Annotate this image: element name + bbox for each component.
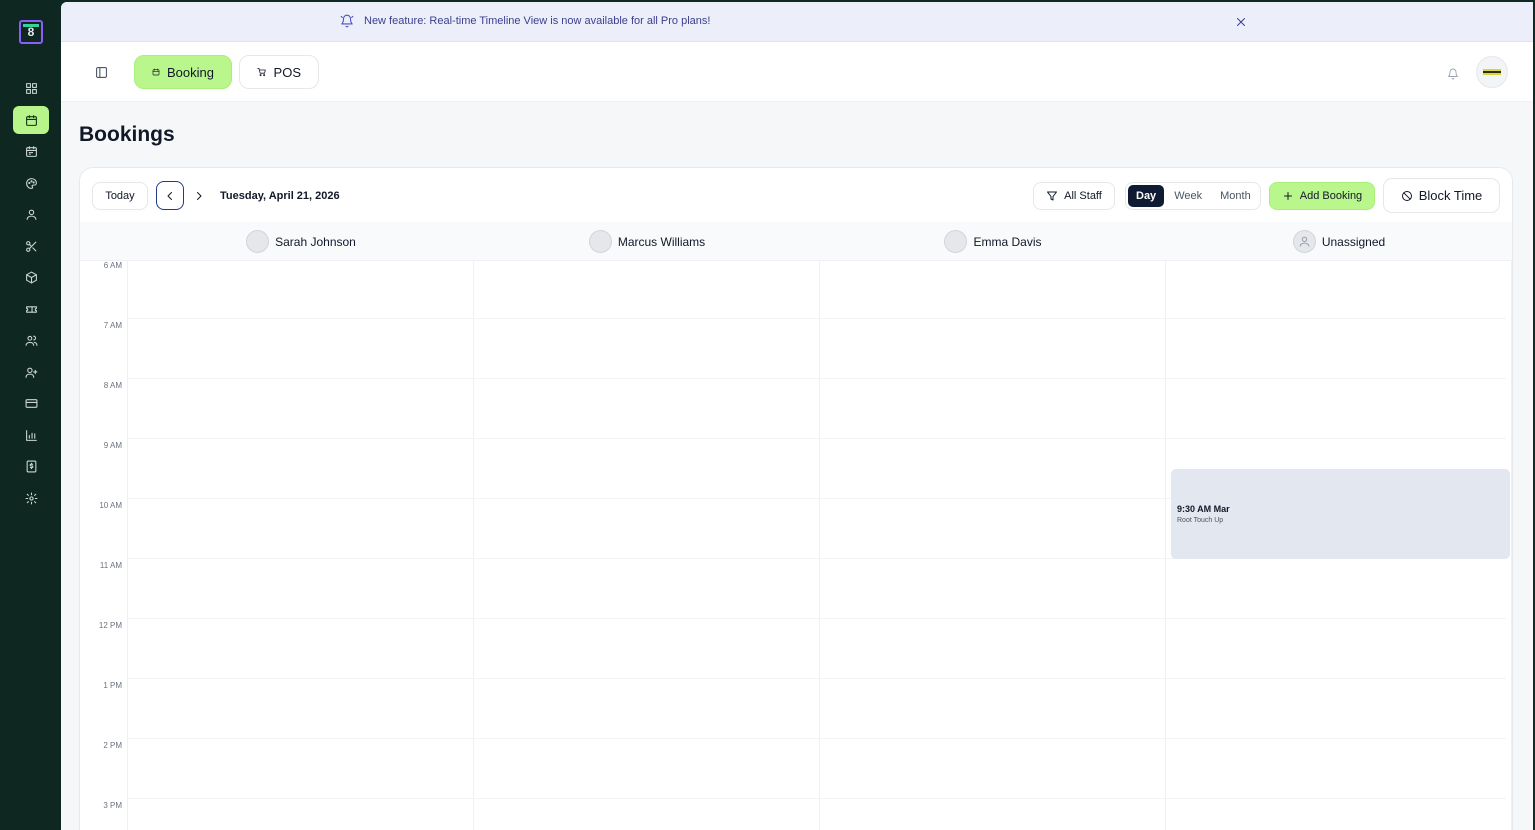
- left-nav-rail: 8: [0, 0, 61, 830]
- staff-column-headers: Sarah Johnson Marcus Williams Emma Davis…: [80, 222, 1512, 261]
- staff-name: Sarah Johnson: [275, 234, 356, 249]
- nav-bookings-icon[interactable]: [13, 106, 49, 134]
- time-gutter: 6 AM 7 AM 8 AM 9 AM 10 AM 11 AM 12 PM 1 …: [80, 261, 128, 830]
- hour-label: 2 PM: [103, 741, 122, 750]
- view-toggle: Day Week Month: [1125, 182, 1261, 210]
- user-placeholder-icon: [1292, 230, 1316, 253]
- user-avatar[interactable]: [1476, 56, 1508, 88]
- nav-dashboard-icon[interactable]: [13, 74, 49, 102]
- hour-gridline: [128, 318, 1506, 319]
- pos-mode-label: POS: [273, 64, 301, 80]
- staff-avatar: [944, 230, 968, 253]
- hour-label: 10 AM: [99, 501, 122, 510]
- nav-add-staff-icon[interactable]: [13, 358, 49, 386]
- hour-label: 7 AM: [103, 321, 122, 330]
- nav-calendar-icon[interactable]: [13, 137, 49, 165]
- hour-gridline: [128, 738, 1506, 739]
- hour-label: 3 PM: [103, 801, 122, 810]
- staff-avatar: [588, 230, 612, 253]
- staff-column-marcus[interactable]: [474, 261, 820, 830]
- staff-name: Unassigned: [1321, 234, 1386, 249]
- staff-header-unassigned[interactable]: Unassigned: [1166, 222, 1512, 261]
- hour-label: 11 AM: [99, 561, 122, 570]
- announcement-banner: New feature: Real-time Timeline View is …: [61, 2, 1533, 42]
- staff-filter-label: All Staff: [1064, 190, 1102, 202]
- view-day-tab[interactable]: Day: [1128, 185, 1165, 207]
- next-day-button[interactable]: [190, 182, 208, 210]
- ban-icon: [1401, 190, 1412, 201]
- top-bar: Booking POS: [61, 42, 1533, 102]
- announcement-bell-icon: [340, 14, 354, 28]
- calendar-icon: [152, 68, 160, 76]
- hour-label: 12 PM: [98, 621, 122, 630]
- booking-block[interactable]: 9:30 AM Mar Root Touch Up: [1171, 469, 1510, 559]
- hour-label: 9 AM: [103, 441, 122, 450]
- hour-label: 6 AM: [103, 261, 122, 270]
- avatar-logo: [1483, 69, 1501, 75]
- chevron-left-icon: [167, 191, 172, 200]
- calendar-card: Today Tuesday, April 21, 2026 All Staff …: [79, 167, 1513, 830]
- staff-avatar: [246, 230, 270, 253]
- nav-bar-chart-icon[interactable]: [13, 421, 49, 449]
- hour-gridline: [128, 798, 1506, 799]
- cart-icon: [257, 68, 266, 77]
- announcement-text: New feature: Real-time Timeline View is …: [364, 15, 711, 27]
- booking-service: Root Touch Up: [1177, 517, 1224, 524]
- nav-ticket-icon[interactable]: [13, 295, 49, 323]
- staff-name: Marcus Williams: [617, 234, 706, 249]
- app-logo-text: 8: [27, 25, 35, 39]
- add-booking-button[interactable]: Add Booking: [1269, 182, 1375, 210]
- nav-scissors-icon[interactable]: [13, 232, 49, 260]
- hour-label: 1 PM: [103, 681, 122, 690]
- nav-palette-icon[interactable]: [13, 169, 49, 197]
- filter-icon: [1047, 191, 1058, 201]
- notifications-bell-icon[interactable]: [1447, 67, 1459, 80]
- hour-label: 8 AM: [103, 381, 122, 390]
- view-month-tab[interactable]: Month: [1212, 185, 1259, 207]
- chevron-right-icon: [197, 192, 202, 200]
- pos-mode-tab[interactable]: POS: [239, 55, 319, 89]
- current-date: Tuesday, April 21, 2026: [220, 190, 340, 202]
- staff-filter-button[interactable]: All Staff: [1033, 182, 1115, 210]
- staff-header-sarah[interactable]: Sarah Johnson: [128, 222, 474, 261]
- nav-profile-icon[interactable]: [13, 200, 49, 228]
- close-icon[interactable]: [1235, 15, 1247, 27]
- nav-invoice-icon[interactable]: [13, 452, 49, 480]
- booking-mode-label: Booking: [167, 64, 214, 80]
- staff-column-emma[interactable]: [820, 261, 1166, 830]
- block-time-label: Block Time: [1418, 188, 1483, 203]
- sidebar-toggle-icon[interactable]: [95, 66, 109, 80]
- main-content: New feature: Real-time Timeline View is …: [61, 2, 1533, 830]
- page-title: Bookings: [79, 123, 175, 146]
- app-logo[interactable]: 8: [19, 20, 43, 44]
- hour-gridline: [128, 678, 1506, 679]
- booking-time-title: 9:30 AM Mar: [1177, 504, 1230, 514]
- nav-credit-card-icon[interactable]: [13, 389, 49, 417]
- view-week-tab[interactable]: Week: [1166, 185, 1210, 207]
- staff-name: Emma Davis: [973, 234, 1042, 249]
- nav-settings-icon[interactable]: [13, 484, 49, 512]
- hour-gridline: [128, 438, 1506, 439]
- nav-package-icon[interactable]: [13, 263, 49, 291]
- plus-icon: [1283, 192, 1292, 200]
- booking-mode-tab[interactable]: Booking: [134, 55, 232, 89]
- staff-header-marcus[interactable]: Marcus Williams: [474, 222, 820, 261]
- today-button[interactable]: Today: [92, 182, 148, 210]
- add-booking-label: Add Booking: [1299, 190, 1363, 202]
- hour-gridline: [128, 618, 1506, 619]
- block-time-button[interactable]: Block Time: [1383, 178, 1500, 213]
- day-time-grid: 6 AM 7 AM 8 AM 9 AM 10 AM 11 AM 12 PM 1 …: [80, 261, 1512, 830]
- hour-gridline: [128, 378, 1506, 379]
- staff-column-sarah[interactable]: [128, 261, 474, 830]
- nav-customers-icon[interactable]: [13, 326, 49, 354]
- previous-day-button[interactable]: [156, 181, 184, 210]
- staff-header-emma[interactable]: Emma Davis: [820, 222, 1166, 261]
